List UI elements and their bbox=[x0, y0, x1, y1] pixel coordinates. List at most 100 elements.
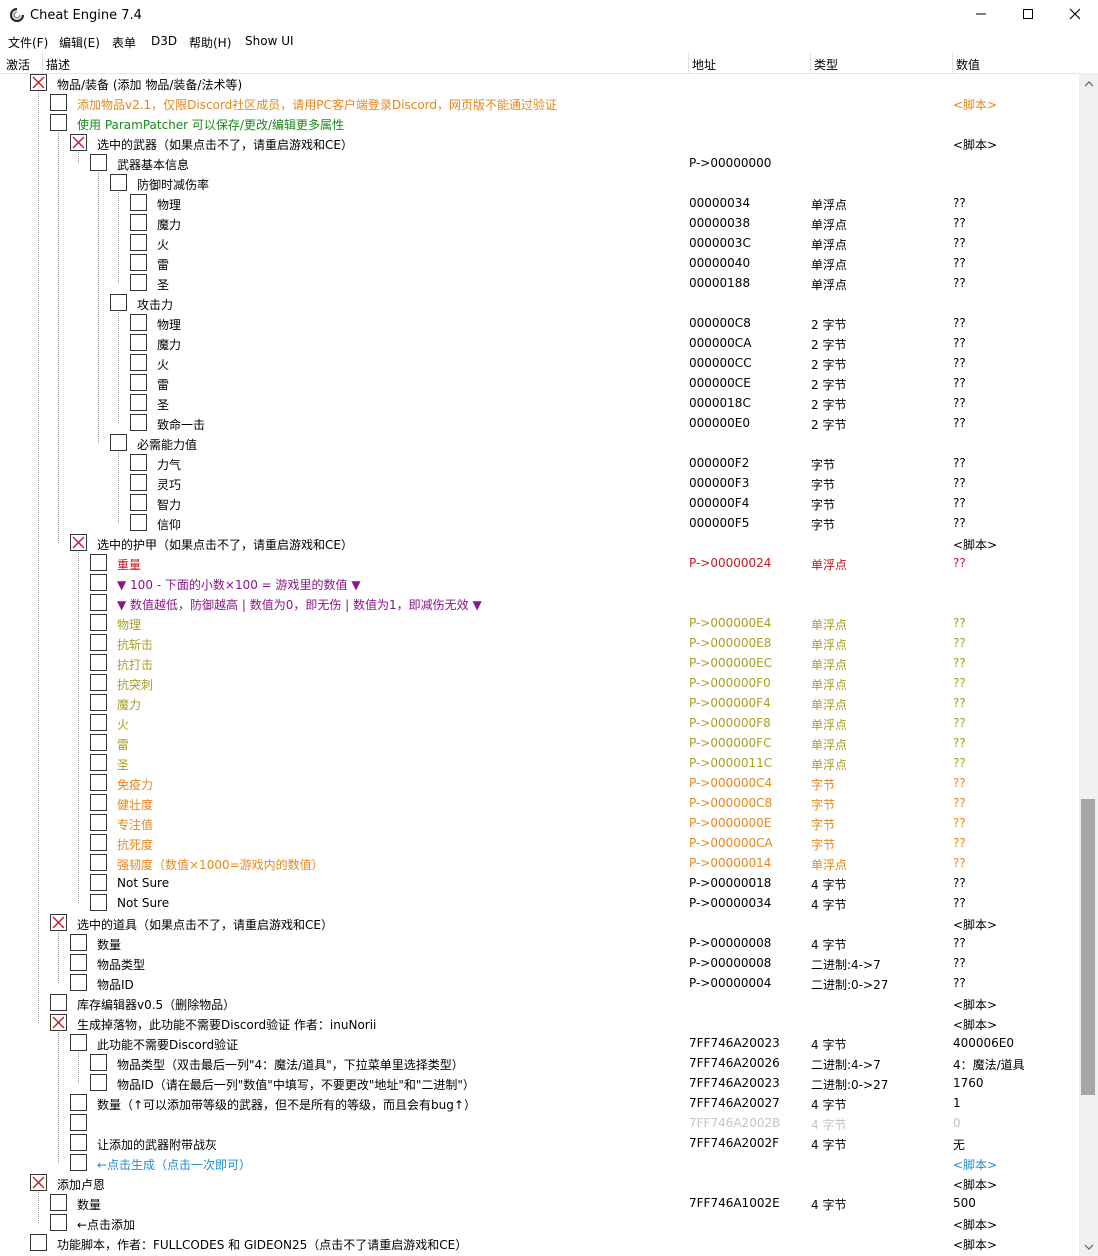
entry-value[interactable]: ?? bbox=[953, 796, 966, 810]
active-checkbox[interactable] bbox=[90, 774, 107, 791]
table-row[interactable]: 武器基本信息 P->00000000 bbox=[0, 153, 1079, 173]
active-checkbox[interactable] bbox=[90, 674, 107, 691]
table-row[interactable]: 雷 00000040 单浮点?? bbox=[0, 253, 1079, 273]
menu-file[interactable]: 文件(F) bbox=[8, 34, 48, 51]
entry-value[interactable]: <脚本> bbox=[953, 1176, 997, 1193]
entry-value[interactable]: <脚本> bbox=[953, 1216, 997, 1233]
table-row[interactable]: ←点击添加 <脚本> bbox=[0, 1213, 1079, 1233]
table-row[interactable]: 选中的道具（如果点击不了，请重启游戏和CE） <脚本> bbox=[0, 913, 1079, 933]
active-checkbox[interactable] bbox=[90, 714, 107, 731]
entry-value[interactable]: ?? bbox=[953, 276, 966, 290]
active-checkbox[interactable] bbox=[130, 254, 147, 271]
active-checkbox[interactable] bbox=[70, 1114, 87, 1131]
table-row[interactable]: 智力 000000F4 字节?? bbox=[0, 493, 1079, 513]
column-active[interactable]: 激活 bbox=[6, 56, 30, 73]
table-row[interactable]: 专注值 P->0000000E 字节?? bbox=[0, 813, 1079, 833]
active-checkbox[interactable] bbox=[70, 1094, 87, 1111]
table-row[interactable]: 此功能不需要Discord验证 7FF746A20023 4 字节 400006E0 bbox=[0, 1033, 1079, 1053]
active-checkbox[interactable] bbox=[130, 354, 147, 371]
table-row[interactable]: 重量 P->00000024 单浮点?? bbox=[0, 553, 1079, 573]
entry-value[interactable]: ?? bbox=[953, 236, 966, 250]
active-checkbox[interactable] bbox=[130, 374, 147, 391]
entry-value[interactable]: ?? bbox=[953, 476, 966, 490]
minimize-button[interactable] bbox=[958, 0, 1004, 31]
table-row[interactable]: 物品/装备 (添加 物品/装备/法术等) bbox=[0, 73, 1079, 93]
entry-value[interactable]: ?? bbox=[953, 956, 966, 970]
entry-value[interactable]: ?? bbox=[953, 396, 966, 410]
entry-value[interactable]: 无 bbox=[953, 1136, 965, 1153]
active-checkbox[interactable] bbox=[90, 874, 107, 891]
active-checkbox[interactable] bbox=[90, 634, 107, 651]
active-checkbox[interactable] bbox=[90, 894, 107, 911]
table-row[interactable]: 数量 P->00000008 4 字节?? bbox=[0, 933, 1079, 953]
table-row[interactable]: 物品ID P->00000004 二进制:0->27?? bbox=[0, 973, 1079, 993]
active-checkbox[interactable] bbox=[30, 1234, 47, 1251]
column-value[interactable]: 数值 bbox=[956, 56, 980, 73]
table-row[interactable]: 雷 000000CE 2 字节?? bbox=[0, 373, 1079, 393]
column-type[interactable]: 类型 bbox=[814, 56, 838, 73]
active-checkbox[interactable] bbox=[130, 194, 147, 211]
table-row[interactable]: 健壮度 P->000000C8 字节?? bbox=[0, 793, 1079, 813]
table-row[interactable]: 魔力 000000CA 2 字节?? bbox=[0, 333, 1079, 353]
entry-value[interactable]: ?? bbox=[953, 616, 966, 630]
table-row[interactable]: 物品ID（请在最后一列"数值"中填写，不要更改"地址"和"二进制"） 7FF746… bbox=[0, 1073, 1079, 1093]
entry-value[interactable]: ?? bbox=[953, 336, 966, 350]
entry-value[interactable]: ?? bbox=[953, 856, 966, 870]
menu-show-ui[interactable]: Show UI bbox=[245, 34, 294, 48]
entry-value[interactable]: <脚本> bbox=[953, 916, 997, 933]
entry-value[interactable]: ?? bbox=[953, 736, 966, 750]
entry-value[interactable]: <脚本> bbox=[953, 1156, 997, 1173]
active-checkbox[interactable] bbox=[90, 154, 107, 171]
entry-value[interactable]: <脚本> bbox=[953, 1016, 997, 1033]
entry-value[interactable]: 4：魔法/道具 bbox=[953, 1056, 1025, 1073]
table-row[interactable]: 功能脚本，作者：FULLCODES 和 GIDEON25（点击不了请重启游戏和C… bbox=[0, 1233, 1079, 1253]
table-row[interactable]: 火 P->000000F8 单浮点?? bbox=[0, 713, 1079, 733]
active-checkbox[interactable] bbox=[130, 314, 147, 331]
active-checkbox[interactable] bbox=[90, 734, 107, 751]
table-row[interactable]: 防御时减伤率 bbox=[0, 173, 1079, 193]
entry-value[interactable]: ?? bbox=[953, 356, 966, 370]
table-row[interactable]: 选中的武器（如果点击不了，请重启游戏和CE） <脚本> bbox=[0, 133, 1079, 153]
entry-value[interactable]: <脚本> bbox=[953, 1236, 997, 1253]
active-checkbox[interactable] bbox=[90, 614, 107, 631]
entry-value[interactable]: ?? bbox=[953, 676, 966, 690]
active-checkbox[interactable] bbox=[90, 754, 107, 771]
active-checkbox[interactable] bbox=[90, 794, 107, 811]
active-checkbox-checked[interactable] bbox=[30, 1174, 47, 1191]
entry-value[interactable]: 1 bbox=[953, 1096, 961, 1110]
table-row[interactable]: 物品类型 P->00000008 二进制:4->7?? bbox=[0, 953, 1079, 973]
table-row[interactable]: 强韧度（数值×1000=游戏内的数值） P->00000014 单浮点?? bbox=[0, 853, 1079, 873]
active-checkbox-checked[interactable] bbox=[70, 134, 87, 151]
entry-value[interactable]: <脚本> bbox=[953, 536, 997, 553]
table-row[interactable]: 数量（↑可以添加带等级的武器，但不是所有的等级，而且会有bug↑） 7FF746A… bbox=[0, 1093, 1079, 1113]
entry-value[interactable]: ?? bbox=[953, 716, 966, 730]
active-checkbox[interactable] bbox=[70, 954, 87, 971]
entry-value[interactable]: ?? bbox=[953, 816, 966, 830]
entry-value[interactable]: ?? bbox=[953, 556, 966, 570]
active-checkbox[interactable] bbox=[50, 94, 67, 111]
entry-value[interactable]: ?? bbox=[953, 896, 966, 910]
table-row[interactable]: Not Sure P->00000018 4 字节?? bbox=[0, 873, 1079, 893]
entry-value[interactable]: ?? bbox=[953, 776, 966, 790]
column-address[interactable]: 地址 bbox=[692, 56, 716, 73]
table-row[interactable]: 物品类型（双击最后一列"4：魔法/道具"，下拉菜单里选择类型） 7FF746A20… bbox=[0, 1053, 1079, 1073]
active-checkbox-checked[interactable] bbox=[50, 914, 67, 931]
menu-help[interactable]: 帮助(H) bbox=[189, 34, 231, 51]
table-row[interactable]: Not Sure P->00000034 4 字节?? bbox=[0, 893, 1079, 913]
table-row[interactable]: 免疫力 P->000000C4 字节?? bbox=[0, 773, 1079, 793]
table-row[interactable]: 攻击力 bbox=[0, 293, 1079, 313]
table-row[interactable]: 让添加的武器附带战灰 7FF746A2002F 4 字节 无 bbox=[0, 1133, 1079, 1153]
entry-value[interactable]: ?? bbox=[953, 416, 966, 430]
entry-value[interactable]: <脚本> bbox=[953, 96, 997, 113]
active-checkbox[interactable] bbox=[130, 334, 147, 351]
active-checkbox[interactable] bbox=[50, 1214, 67, 1231]
table-row[interactable]: 火 000000CC 2 字节?? bbox=[0, 353, 1079, 373]
menu-table[interactable]: 表单 bbox=[112, 34, 136, 51]
active-checkbox[interactable] bbox=[130, 474, 147, 491]
table-row[interactable]: 抗突刺 P->000000F0 单浮点?? bbox=[0, 673, 1079, 693]
table-row[interactable]: 抗打击 P->000000EC 单浮点?? bbox=[0, 653, 1079, 673]
entry-value[interactable]: ?? bbox=[953, 516, 966, 530]
entry-value[interactable]: ?? bbox=[953, 216, 966, 230]
active-checkbox[interactable] bbox=[70, 974, 87, 991]
table-row[interactable]: 抗斩击 P->000000E8 单浮点?? bbox=[0, 633, 1079, 653]
